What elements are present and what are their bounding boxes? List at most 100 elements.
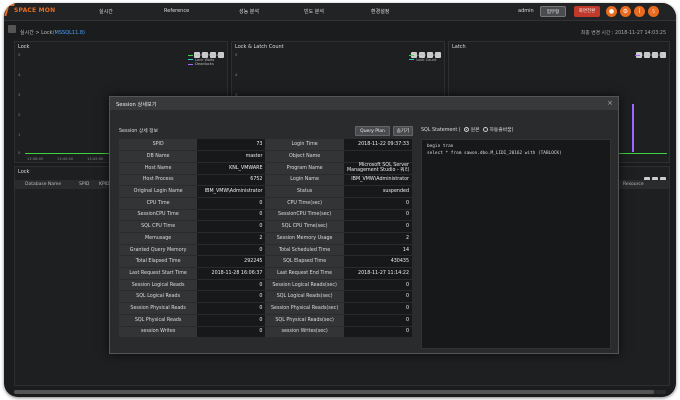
series-spike: [632, 104, 634, 152]
table-row: Session Logical Reads 0 Session Logical Re…: [119, 279, 412, 292]
field-value: Microsoft SQL Server Management Studio -…: [343, 162, 412, 175]
column-header[interactable]: Resource: [623, 182, 644, 187]
field-label: SQL CPU Time: [119, 220, 198, 233]
sql-statement-text[interactable]: begin tran select * from sawon.dbo.M_LID…: [421, 139, 611, 349]
menu-frequency-analysis[interactable]: 빈도 분석: [304, 8, 324, 15]
field-label: Granted Query Memory: [119, 244, 198, 257]
panel-title: Lock & Latch Count: [235, 44, 284, 50]
app-window: SPACE MON 실시간 Reference 성능 분석 빈도 분석 환경설정…: [4, 3, 676, 397]
field-value: 2: [197, 232, 266, 245]
user-name: admin: [518, 8, 534, 14]
session-info-table: SPID 73 Login Time 2018-11-22 09:37:33 DB Na…: [119, 139, 412, 339]
field-value: 2018-11-22 09:37:33: [343, 139, 412, 152]
menu-reference[interactable]: Reference: [164, 8, 189, 14]
field-value: 0: [343, 290, 412, 304]
user-icon[interactable]: ●: [606, 6, 617, 17]
horizontal-scrollbar[interactable]: [14, 390, 666, 394]
chart-legend: Lock Timeouts Lock Waits Deadlocks: [188, 53, 221, 67]
field-value: 0: [197, 220, 266, 233]
table-row: Last Request Start Time 2018-11-28 16:06:…: [119, 267, 412, 280]
radio-auto-wrap[interactable]: [482, 127, 488, 132]
field-value: 0: [343, 302, 412, 315]
field-label: SQL Physical Reads(sec): [265, 314, 344, 327]
menu-toggle-icon[interactable]: [8, 25, 16, 33]
panel-title: Lock: [18, 169, 30, 175]
table-row: SPID 73 Login Time 2018-11-22 09:37:33: [119, 139, 412, 152]
field-value: suspended: [343, 185, 412, 198]
field-value: IBM_VMW\Administrator: [197, 185, 266, 198]
breadcrumb-instance: (MSSQL11.8): [52, 30, 85, 36]
modal-header: Session 상세보기 ×: [110, 97, 618, 110]
field-value: 0: [343, 197, 412, 210]
legend-item: Lock Timeouts: [188, 53, 221, 58]
field-label: Program Name: [265, 162, 344, 175]
screen-switch-button[interactable]: 화면전환: [574, 6, 600, 17]
table-row: Session Physical Reads 0 Session Physical …: [119, 302, 412, 315]
y-tick: 5: [18, 52, 21, 57]
column-header[interactable]: Database Name: [25, 182, 61, 187]
y-tick: 4: [235, 72, 238, 77]
field-label: session Writes: [119, 326, 198, 339]
table-row: SessionCPU Time 0 SessionCPU Time(sec) 0: [119, 209, 412, 222]
session-detail-modal: Session 상세보기 × Session 상세 정보 Query Plan …: [109, 96, 619, 354]
y-tick: 3: [18, 92, 21, 97]
field-value: IBM_VMW\Administrator: [343, 174, 412, 187]
field-value: 73: [197, 139, 266, 152]
field-label: SQL CPU Time(sec): [265, 220, 344, 233]
notification-icon[interactable]: 5: [648, 6, 659, 17]
field-label: Login Name: [265, 174, 344, 187]
field-label: SessionCPU Time(sec): [265, 209, 344, 222]
field-label: Session Physical Reads(sec): [265, 302, 344, 315]
field-label: SQL Physical Reads: [119, 314, 198, 327]
breadcrumb-path: 실시간 > Lock: [20, 30, 53, 36]
panel-title: Lock: [18, 44, 30, 50]
menu-realtime[interactable]: 실시간: [99, 8, 113, 15]
field-label: Original Login Name: [119, 185, 198, 198]
radio-auto-wrap-label: 자동줄바꿈): [489, 128, 514, 133]
field-label: Host Process: [119, 174, 198, 187]
field-label: Session Memory Usage: [265, 232, 344, 245]
last-update-time: 최종 변경 시간 : 2018-11-27 14:03:25: [580, 31, 666, 36]
field-label: SPID: [119, 139, 198, 152]
field-value: KNL_VMWARE: [197, 162, 266, 175]
y-tick: 1: [18, 132, 21, 137]
x-tick: 13:40:00: [57, 157, 74, 161]
field-value: 0: [343, 209, 412, 222]
column-header[interactable]: KPID: [99, 182, 109, 187]
field-value: 2018-11-28 16:06:37: [197, 267, 266, 280]
field-label: Login Time: [265, 139, 344, 152]
field-value: 0: [343, 314, 412, 327]
radio-original[interactable]: [463, 127, 469, 132]
field-label: Session Logical Reads(sec): [265, 279, 344, 292]
field-label: SessionCPU Time: [119, 209, 198, 222]
field-value: 292245: [197, 255, 266, 269]
field-value: 0: [197, 244, 266, 257]
session-info-label: Session 상세 정보: [119, 129, 159, 134]
query-plan-button[interactable]: Query Plan: [355, 126, 390, 136]
field-label: SQL Logical Reads(sec): [265, 290, 344, 304]
table-row: Total Elapsed Time 292245 SQL Elapsed Time…: [119, 255, 412, 269]
y-tick: 4: [18, 72, 21, 77]
table-row: SQL CPU Time 0 SQL CPU Time(sec) 0: [119, 220, 412, 233]
field-label: Status: [265, 185, 344, 198]
field-value: 0: [197, 290, 266, 304]
menu-performance-analysis[interactable]: 성능 분석: [239, 8, 259, 15]
hide-button[interactable]: 숨기기: [393, 126, 413, 136]
column-header[interactable]: SPID: [79, 182, 89, 187]
breadcrumb-bar: 실시간 > Lock(MSSQL11.8) 최종 변경 시간 : 2018-11…: [4, 21, 676, 41]
table-row: session Writes 0 session Writes(sec) 0: [119, 326, 412, 339]
field-value: 2: [343, 232, 412, 245]
top-navbar: SPACE MON 실시간 Reference 성능 분석 빈도 분석 환경설정…: [4, 3, 676, 21]
y-tick: 5: [235, 52, 238, 57]
radio-original-label: 원본: [470, 128, 480, 133]
field-value: 6752: [197, 174, 266, 187]
scrollbar-thumb[interactable]: [14, 390, 654, 394]
close-icon[interactable]: ×: [607, 99, 613, 107]
menu-settings[interactable]: 환경설정: [371, 8, 389, 15]
settings-icon[interactable]: ⚙: [620, 6, 631, 17]
table-row: SQL Logical Reads 0 SQL Logical Reads(sec)…: [119, 290, 412, 304]
sql-statement-label: SQL Statement (: [421, 128, 461, 133]
mode-button[interactable]: 업무형: [540, 6, 566, 17]
info-icon[interactable]: i: [634, 6, 645, 17]
sql-statement-header: SQL Statement ( 원본 자동줄바꿈): [421, 126, 513, 133]
